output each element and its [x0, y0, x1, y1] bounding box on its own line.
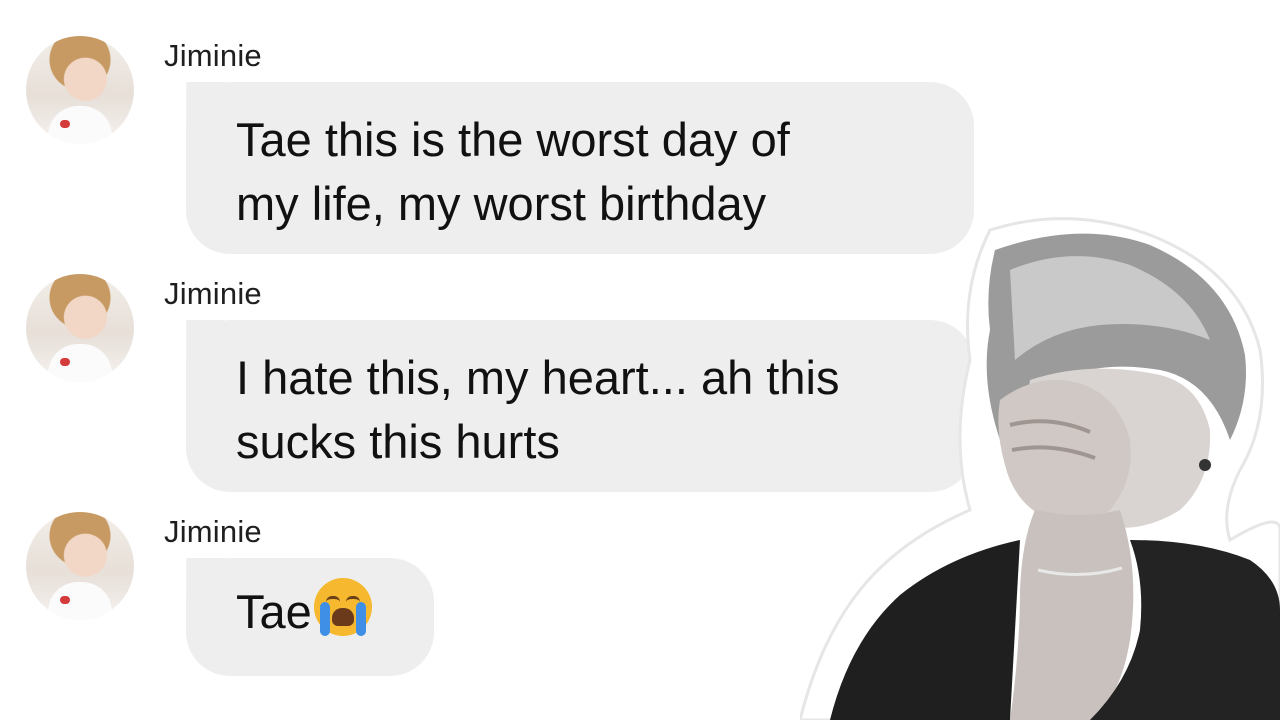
avatar[interactable] — [26, 36, 134, 144]
message-bubble[interactable]: Tae — [186, 558, 434, 676]
avatar[interactable] — [26, 274, 134, 382]
message-line: Tae this is the worst day of — [236, 113, 790, 166]
person-sticker-image — [800, 217, 1280, 720]
avatar-detail — [60, 596, 70, 604]
sender-name: Jiminie — [164, 38, 262, 73]
avatar-detail — [60, 120, 70, 128]
sender-name: Jiminie — [164, 276, 262, 311]
loudly-crying-face-icon — [313, 578, 372, 636]
message-text: Tae — [236, 585, 312, 638]
avatar[interactable] — [26, 512, 134, 620]
sender-name: Jiminie — [164, 514, 262, 549]
avatar-detail — [60, 358, 70, 366]
